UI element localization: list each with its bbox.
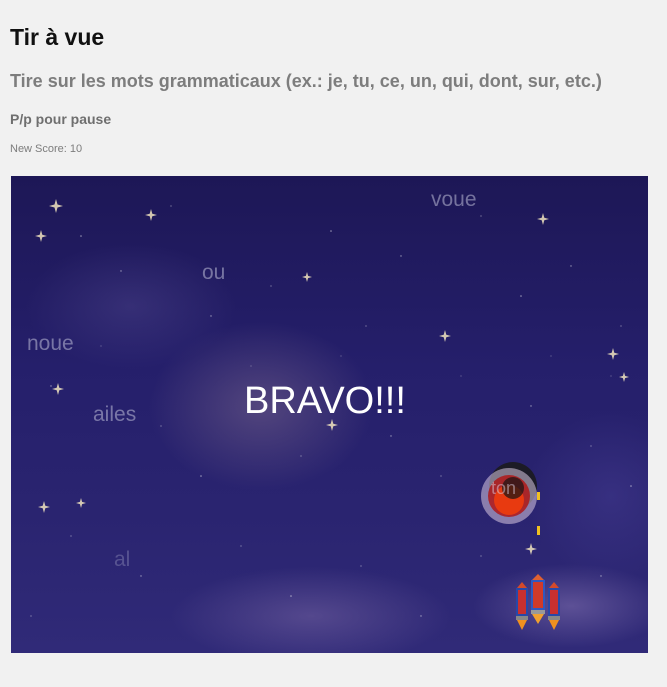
star-icon bbox=[49, 199, 63, 213]
rocket-left bbox=[516, 582, 528, 630]
pause-hint: P/p pour pause bbox=[10, 111, 112, 127]
falling-word[interactable]: voue bbox=[431, 188, 477, 212]
score-label: New Score: bbox=[10, 143, 67, 155]
rocket-ship-icon[interactable] bbox=[505, 574, 575, 639]
page: Tir à vue Tire sur les mots grammaticaux… bbox=[0, 0, 667, 687]
explosion-icon: ton bbox=[481, 462, 540, 535]
star-icon bbox=[38, 501, 50, 513]
star-icon bbox=[52, 383, 64, 395]
falling-word[interactable]: noue bbox=[27, 332, 74, 356]
rocket-right bbox=[548, 582, 560, 630]
status-message: BRAVO!!! bbox=[244, 380, 406, 422]
rocket-center bbox=[531, 574, 545, 624]
score-display: New Score: 10 bbox=[10, 143, 82, 155]
star-icon bbox=[607, 348, 619, 360]
falling-word[interactable]: ou bbox=[202, 261, 225, 285]
star-icon bbox=[537, 213, 549, 225]
star-icon bbox=[439, 330, 451, 342]
star-icon bbox=[619, 372, 629, 382]
star-icon bbox=[145, 209, 157, 221]
falling-word[interactable]: al bbox=[114, 548, 130, 572]
game-canvas[interactable]: voue ou noue ailes al BRAVO!!! ton bbox=[11, 176, 648, 653]
star-icon bbox=[76, 498, 86, 508]
falling-word[interactable]: ton bbox=[491, 478, 516, 498]
falling-word[interactable]: ailes bbox=[93, 403, 136, 427]
star-icon bbox=[302, 272, 312, 282]
score-value: 10 bbox=[69, 143, 83, 155]
instructions-text: Tire sur les mots grammaticaux (ex.: je,… bbox=[10, 71, 602, 91]
star-icon bbox=[35, 230, 47, 242]
page-title: Tir à vue bbox=[10, 24, 105, 50]
